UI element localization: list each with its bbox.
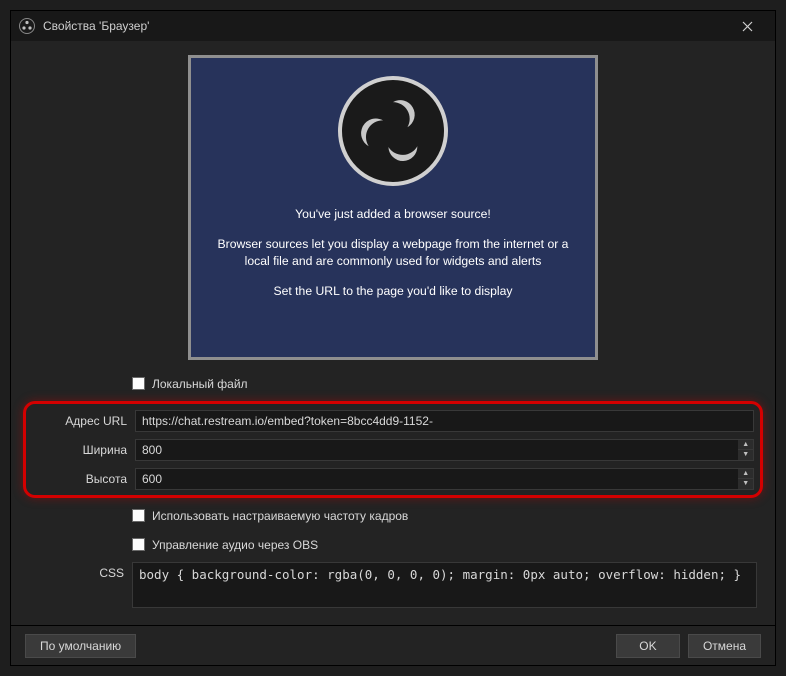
custom-fps-row: Использовать настраиваемую частоту кадро…	[29, 504, 757, 527]
titlebar: Свойства 'Браузер'	[11, 11, 775, 41]
properties-dialog: Свойства 'Браузер' You've just added a b…	[10, 10, 776, 666]
custom-fps-checkbox[interactable]: Использовать настраиваемую частоту кадро…	[132, 509, 757, 523]
local-file-row: Локальный файл	[29, 372, 757, 395]
url-label: Адрес URL	[32, 414, 127, 428]
checkbox-box-icon	[132, 538, 145, 551]
local-file-checkbox[interactable]: Локальный файл	[132, 377, 757, 391]
local-file-label: Локальный файл	[152, 377, 248, 391]
height-spin-buttons: ▲ ▼	[738, 468, 754, 490]
width-input[interactable]	[135, 439, 738, 461]
cancel-button[interactable]: Отмена	[688, 634, 761, 658]
browser-source-preview: You've just added a browser source! Brow…	[188, 55, 598, 360]
preview-line3: Set the URL to the page you'd like to di…	[217, 283, 569, 301]
height-input[interactable]	[135, 468, 738, 490]
css-input[interactable]	[132, 562, 757, 608]
height-label: Высота	[32, 472, 127, 486]
width-spin-up[interactable]: ▲	[738, 440, 753, 451]
css-label: CSS	[29, 562, 124, 580]
close-button[interactable]	[727, 11, 767, 41]
audio-obs-checkbox[interactable]: Управление аудио через OBS	[132, 538, 757, 552]
dialog-content: You've just added a browser source! Brow…	[11, 41, 775, 625]
preview-line2: Browser sources let you display a webpag…	[217, 236, 569, 271]
highlighted-region: Адрес URL Ширина ▲ ▼	[23, 401, 763, 498]
defaults-button[interactable]: По умолчанию	[25, 634, 136, 658]
checkbox-box-icon	[132, 377, 145, 390]
width-row: Ширина ▲ ▼	[32, 438, 754, 461]
width-spin-down[interactable]: ▼	[738, 450, 753, 460]
height-spin-up[interactable]: ▲	[738, 469, 753, 480]
window-title: Свойства 'Браузер'	[43, 19, 719, 33]
preview-line1: You've just added a browser source!	[217, 206, 569, 224]
obs-app-icon	[19, 18, 35, 34]
form: Локальный файл Адрес URL Ширина ▲	[29, 372, 757, 611]
height-row: Высота ▲ ▼	[32, 467, 754, 490]
obs-logo-icon	[338, 76, 448, 186]
width-spin-buttons: ▲ ▼	[738, 439, 754, 461]
audio-obs-row: Управление аудио через OBS	[29, 533, 757, 556]
preview-text: You've just added a browser source! Brow…	[191, 206, 595, 313]
ok-button[interactable]: OK	[616, 634, 680, 658]
url-row: Адрес URL	[32, 409, 754, 432]
url-input[interactable]	[135, 410, 754, 432]
height-spin-down[interactable]: ▼	[738, 479, 753, 489]
custom-fps-label: Использовать настраиваемую частоту кадро…	[152, 509, 408, 523]
checkbox-box-icon	[132, 509, 145, 522]
dialog-footer: По умолчанию OK Отмена	[11, 625, 775, 665]
css-row: CSS	[29, 562, 757, 611]
audio-obs-label: Управление аудио через OBS	[152, 538, 318, 552]
width-label: Ширина	[32, 443, 127, 457]
